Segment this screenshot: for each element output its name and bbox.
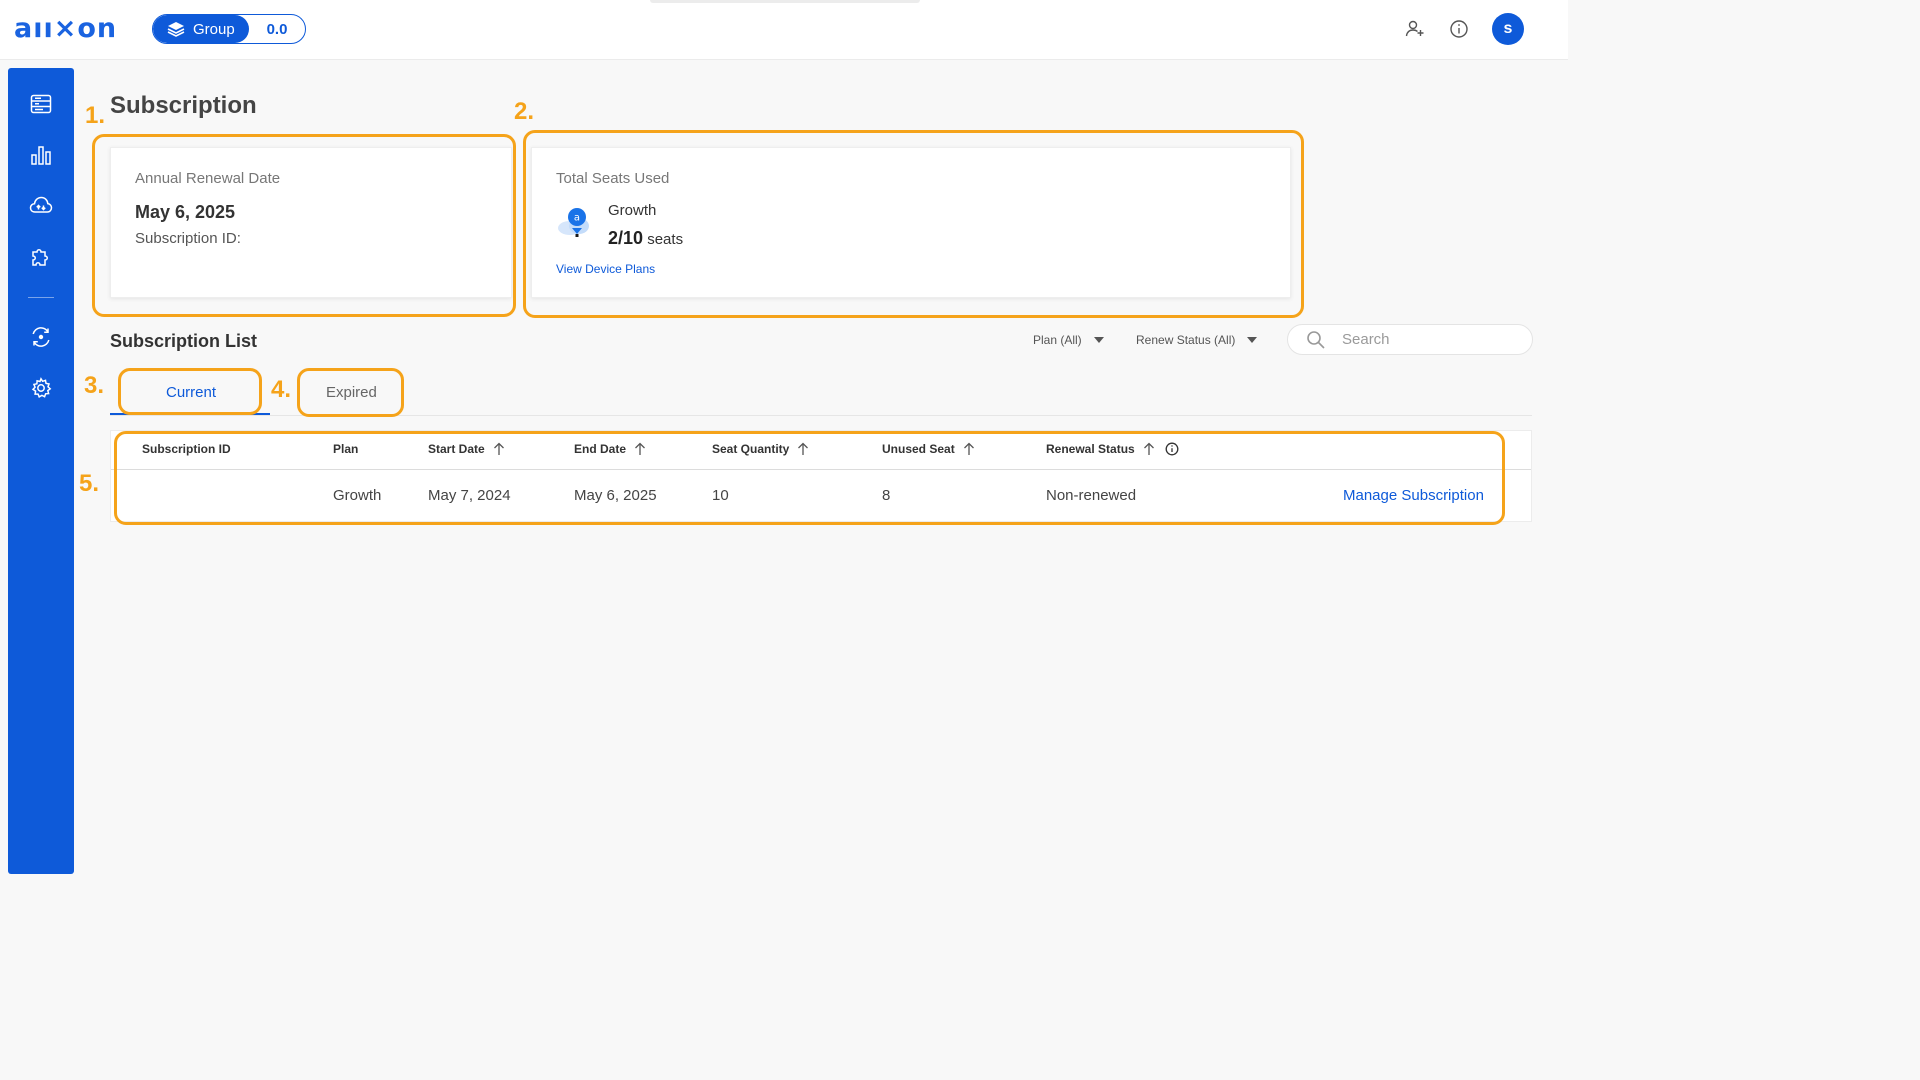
renewal-label: Annual Renewal Date [135, 170, 281, 187]
group-switch-left[interactable]: Group [153, 15, 249, 43]
logo[interactable]: aıı×on [14, 13, 117, 44]
cell-renewal-status: Non-renewed [1046, 487, 1137, 504]
dashboard-icon[interactable] [28, 91, 54, 117]
svg-text:a: a [574, 213, 580, 224]
annotation-number-5: 5. [79, 470, 100, 497]
chevron-down-icon [1247, 337, 1258, 343]
active-tab-indicator [110, 413, 270, 415]
group-label: Group [193, 20, 235, 38]
annotation-number-4: 4. [271, 376, 292, 403]
column-header-label: Start Date [428, 442, 485, 456]
plan-cloud-icon: a [558, 208, 589, 237]
puzzle-icon[interactable] [28, 244, 54, 270]
view-device-plans-link[interactable]: View Device Plans [556, 262, 655, 276]
cloud-sync-icon[interactable] [28, 192, 54, 218]
column-header-renewal-status[interactable]: Renewal Status [1046, 442, 1179, 456]
chevron-down-icon [1093, 337, 1104, 343]
column-header-label: Subscription ID [142, 442, 231, 456]
add-user-icon[interactable] [1405, 19, 1425, 39]
subscription-id-label: Subscription ID: [135, 230, 241, 247]
tab-expired[interactable]: Expired [326, 384, 377, 401]
annotation-number-1: 1. [85, 102, 106, 129]
seats-count: 2/10 [608, 228, 644, 248]
cell-seat-quantity: 10 [712, 487, 729, 504]
page-title: Subscription [110, 92, 257, 119]
info-icon[interactable] [1165, 442, 1179, 456]
cell-start-date: May 7, 2024 [428, 487, 511, 504]
column-header-label: Unused Seat [882, 442, 955, 456]
sort-arrow-up-icon[interactable] [963, 442, 975, 456]
column-header-label: Seat Quantity [712, 442, 790, 456]
column-header-subscription-id: Subscription ID [142, 442, 231, 456]
column-header-start-date[interactable]: Start Date [428, 442, 505, 456]
column-header-end-date[interactable]: End Date [574, 442, 646, 456]
column-header-label: End Date [574, 442, 627, 456]
tabs-baseline [110, 415, 1532, 416]
column-header-plan: Plan [333, 442, 358, 456]
sidebar-divider [28, 297, 54, 298]
seats-card: Total Seats Used a Growth 2/10 seats Vie… [531, 147, 1291, 298]
plan-filter-dropdown[interactable]: Plan (All) [1033, 333, 1104, 347]
seats-label: Total Seats Used [556, 170, 670, 187]
column-header-label: Plan [333, 442, 359, 456]
renew-status-filter-label: Renew Status (All) [1136, 333, 1236, 347]
search-icon [1307, 330, 1325, 349]
search-box[interactable] [1287, 324, 1533, 355]
subscription-list-title: Subscription List [110, 331, 258, 351]
update-icon[interactable] [28, 324, 54, 350]
top-decor [650, 0, 920, 3]
gear-icon[interactable] [28, 375, 54, 401]
column-header-unused-seat[interactable]: Unused Seat [882, 442, 975, 456]
cell-plan: Growth [333, 487, 382, 504]
plan-filter-label: Plan (All) [1033, 333, 1082, 347]
search-input[interactable] [1342, 331, 1522, 348]
table-header-divider [111, 469, 1531, 470]
renew-status-filter-dropdown[interactable]: Renew Status (All) [1136, 333, 1258, 347]
sort-arrow-up-icon[interactable] [493, 442, 505, 456]
renewal-date: May 6, 2025 [135, 202, 236, 222]
avatar[interactable]: s [1492, 13, 1524, 45]
sort-arrow-up-icon[interactable] [797, 442, 809, 456]
top-bar: aıı×on Group 0.0 s [0, 0, 1568, 60]
tab-current[interactable]: Current [166, 384, 216, 401]
layers-icon [167, 22, 185, 37]
column-header-seat-quantity[interactable]: Seat Quantity [712, 442, 809, 456]
manage-subscription-link[interactable]: Manage Subscription [1343, 487, 1484, 504]
cell-unused-seat: 8 [882, 487, 891, 504]
subscription-table: Subscription ID Plan Start Date End Date… [110, 430, 1532, 522]
column-header-label: Renewal Status [1046, 442, 1135, 456]
seats-unit: seats [647, 231, 684, 248]
seats-used: 2/10 seats [608, 228, 683, 249]
group-switch[interactable]: Group 0.0 [152, 14, 306, 44]
info-icon[interactable] [1449, 19, 1469, 39]
annotation-number-3: 3. [84, 372, 105, 399]
sort-arrow-up-icon[interactable] [634, 442, 646, 456]
sort-arrow-up-icon[interactable] [1143, 442, 1155, 456]
annotation-number-2: 2. [514, 98, 535, 125]
chart-icon[interactable] [28, 142, 54, 168]
plan-name: Growth [608, 202, 657, 219]
group-value: 0.0 [266, 20, 288, 38]
sidebar [8, 68, 74, 874]
renewal-card: Annual Renewal Date May 6, 2025 Subscrip… [110, 147, 512, 298]
cell-end-date: May 6, 2025 [574, 487, 657, 504]
